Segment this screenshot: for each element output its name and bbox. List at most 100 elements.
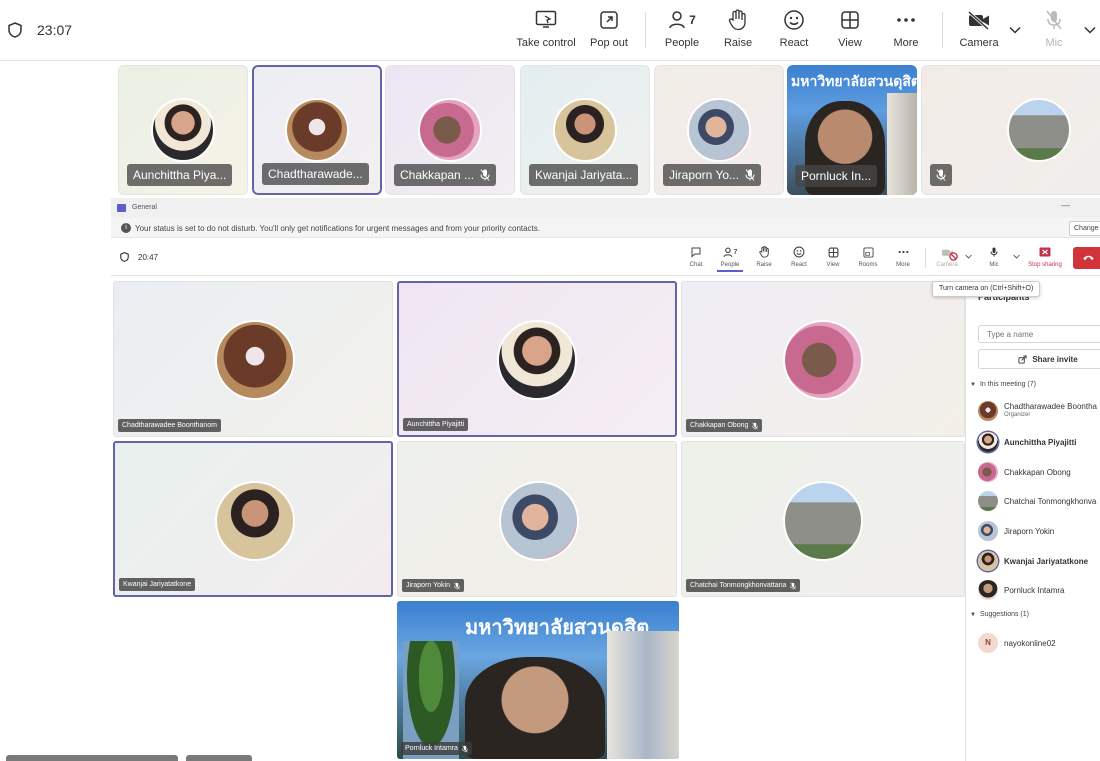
camera-button[interactable]: Camera bbox=[957, 8, 1001, 54]
strip-tile[interactable]: Aunchittha Piya... bbox=[118, 65, 248, 195]
participant-row[interactable]: Aunchittha Piyajitti bbox=[978, 431, 1076, 453]
participant-name: Jiraporn Yokin bbox=[406, 582, 450, 589]
participant-row[interactable]: Chakkapan Obong bbox=[978, 461, 1071, 483]
inner-react-button[interactable]: React bbox=[788, 245, 810, 268]
strip-tile[interactable] bbox=[921, 65, 1100, 195]
mic-options-chevron-icon[interactable] bbox=[1084, 26, 1096, 34]
video-tile[interactable]: Jiraporn Yokin bbox=[397, 441, 677, 597]
chat-button[interactable]: Chat bbox=[685, 245, 707, 268]
video-building bbox=[887, 93, 917, 195]
dnd-banner: i Your status is set to do not disturb. … bbox=[111, 218, 1100, 238]
video-tile[interactable]: Aunchittha Piyajitti bbox=[397, 281, 677, 437]
inner-people-button[interactable]: 7 People bbox=[717, 245, 743, 272]
share-icon bbox=[1018, 354, 1027, 364]
mic-label: Mic bbox=[1045, 37, 1063, 49]
participant-name-label: Aunchittha Piya... bbox=[127, 164, 233, 186]
take-control-label: Take control bbox=[516, 37, 576, 49]
participant-name: Kwanjai Jariyatatkone bbox=[123, 581, 192, 588]
participant-video bbox=[465, 657, 605, 759]
suggestions-header[interactable]: ▼ Suggestions (1) bbox=[970, 611, 1029, 618]
participant-name: Chakkapan Obong bbox=[1004, 467, 1071, 477]
suggestion-row[interactable]: N nayokonline02 bbox=[978, 632, 1056, 654]
participant-name: Pornluck In... bbox=[801, 169, 872, 183]
video-tile[interactable]: Kwanjai Jariyatatkone bbox=[113, 441, 393, 597]
window-title-bar: General — bbox=[111, 198, 1100, 218]
people-button[interactable]: 7 People bbox=[660, 8, 704, 54]
mic-off-icon bbox=[462, 745, 468, 752]
participant-name: Aunchittha Piya... bbox=[133, 168, 227, 182]
stop-sharing-label: Stop sharing bbox=[1028, 262, 1062, 268]
meeting-toolbar: 23:07 Take control Pop out 7 People Rais… bbox=[0, 0, 1100, 61]
more-button[interactable]: More bbox=[886, 8, 926, 54]
participant-row[interactable]: Chatchai Tonmongkhonva bbox=[978, 490, 1096, 512]
rooms-icon bbox=[861, 245, 875, 259]
mic-button[interactable]: Mic bbox=[1036, 8, 1072, 54]
meeting-timer: 23:07 bbox=[37, 22, 73, 38]
participant-avatar bbox=[978, 491, 998, 511]
leave-button[interactable] bbox=[1073, 247, 1100, 269]
participant-name: Chatchai Tonmongkhonvattana bbox=[690, 582, 787, 589]
video-tile[interactable]: Chadtharawadee Boonthanom bbox=[113, 281, 393, 437]
minimize-icon[interactable]: — bbox=[1061, 200, 1070, 210]
suggestion-avatar: N bbox=[978, 633, 998, 653]
mic-off-icon bbox=[1041, 8, 1067, 32]
raise-hand-button[interactable]: Raise bbox=[718, 8, 758, 54]
share-invite-button[interactable]: Share invite bbox=[978, 349, 1100, 369]
participant-avatar bbox=[418, 98, 482, 162]
participant-name-label: Chakkapan Obong bbox=[686, 419, 763, 432]
participant-name: Chadtharawadee Boontha bbox=[1004, 402, 1097, 412]
participant-name-label: Pornluck In... bbox=[795, 165, 878, 187]
mic-off-icon bbox=[745, 169, 755, 181]
camera-options-chevron-icon[interactable] bbox=[1009, 26, 1021, 34]
stop-sharing-button[interactable]: Stop sharing bbox=[1025, 245, 1065, 268]
people-label: People bbox=[720, 262, 740, 268]
inner-raise-button[interactable]: Raise bbox=[753, 245, 775, 268]
participant-name-label: Aunchittha Piyajitti bbox=[403, 418, 469, 431]
participant-row[interactable]: Kwanjai Jariyatatkone bbox=[978, 550, 1088, 572]
suggestions-label: Suggestions (1) bbox=[979, 611, 1029, 618]
participant-row[interactable]: Pornluck Intamra bbox=[978, 579, 1064, 601]
info-icon: i bbox=[121, 223, 131, 233]
participant-avatar bbox=[687, 98, 751, 162]
people-icon: 7 bbox=[719, 245, 741, 259]
participant-name: Chadtharawadee Boonthanom bbox=[122, 422, 217, 429]
mic-options-chevron-icon[interactable] bbox=[1013, 254, 1020, 259]
participants-panel: Participants Share invite ▼ In this meet… bbox=[965, 283, 1100, 761]
strip-tile[interactable]: Chakkapan ... bbox=[385, 65, 515, 195]
rooms-button[interactable]: Rooms bbox=[856, 245, 880, 268]
taskbar-item[interactable] bbox=[186, 755, 252, 761]
in-meeting-header[interactable]: ▼ In this meeting (7) bbox=[970, 381, 1036, 388]
smiley-icon bbox=[792, 245, 806, 259]
camera-options-chevron-icon[interactable] bbox=[965, 254, 972, 259]
inner-view-button[interactable]: View bbox=[822, 245, 844, 268]
strip-tile[interactable]: Jiraporn Yo... bbox=[654, 65, 784, 195]
chat-label: Chat bbox=[689, 262, 703, 268]
strip-video-tile[interactable]: มหาวิทยาลัยสวนดุสิต Pornluck In... bbox=[787, 65, 917, 195]
taskbar-item[interactable] bbox=[6, 755, 178, 761]
participant-avatar bbox=[151, 98, 215, 162]
participant-search-input[interactable] bbox=[978, 325, 1100, 343]
inner-mic-button[interactable]: Mic bbox=[985, 245, 1003, 268]
react-label: React bbox=[779, 37, 809, 49]
take-control-button[interactable]: Take control bbox=[515, 8, 577, 54]
strip-tile[interactable]: Kwanjai Jariyata... bbox=[520, 65, 650, 195]
react-button[interactable]: React bbox=[774, 8, 814, 54]
participant-row[interactable]: Chadtharawadee Boontha Organizer bbox=[978, 400, 1097, 422]
pop-out-button[interactable]: Pop out bbox=[586, 8, 632, 54]
stop-sharing-icon bbox=[1038, 245, 1052, 259]
participant-row[interactable]: Jiraporn Yokin bbox=[978, 520, 1054, 542]
grid-view-icon bbox=[826, 245, 840, 259]
view-button[interactable]: View bbox=[830, 8, 870, 54]
video-tile[interactable]: มหาวิทยาลัยสวนดุสิต Pornluck Intamra bbox=[397, 601, 679, 759]
participant-avatar bbox=[499, 481, 579, 561]
strip-tile[interactable]: Chadtharawade... bbox=[252, 65, 382, 195]
inner-camera-button[interactable]: Camera bbox=[934, 245, 960, 268]
hang-up-icon bbox=[1083, 255, 1094, 261]
video-tile[interactable]: Chakkapan Obong bbox=[681, 281, 965, 437]
participant-name-label bbox=[930, 164, 952, 186]
video-tile[interactable]: Chatchai Tonmongkhonvattana bbox=[681, 441, 965, 597]
change-button[interactable]: Change bbox=[1069, 221, 1100, 236]
toolbar-divider bbox=[925, 248, 926, 268]
participant-name-label: Jiraporn Yokin bbox=[402, 579, 464, 592]
inner-more-button[interactable]: More bbox=[892, 245, 914, 268]
